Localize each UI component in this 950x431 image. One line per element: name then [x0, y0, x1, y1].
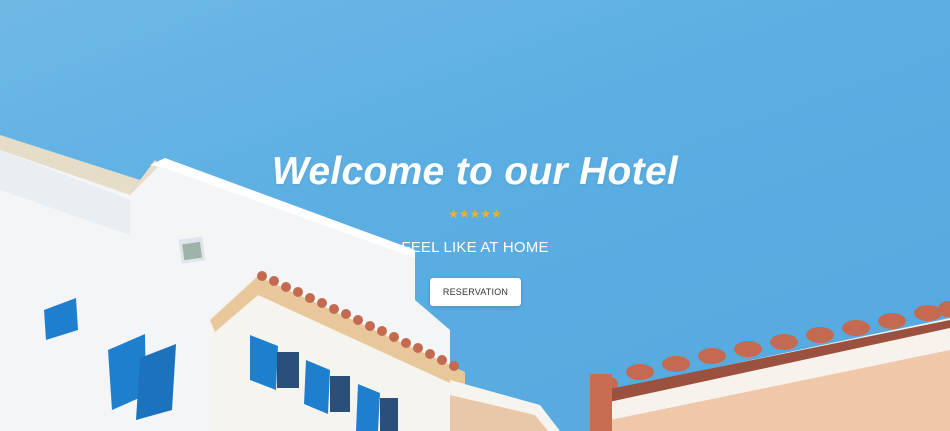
reservation-button[interactable]: RESERVATION: [430, 278, 521, 306]
hero-title: Welcome to our Hotel: [271, 150, 679, 193]
window-terrace-1: [277, 352, 299, 388]
hero-section: Welcome to our Hotel ★★★★★ FEEL LIKE AT …: [0, 0, 950, 431]
star-icon: ★: [448, 207, 459, 221]
star-icon: ★: [458, 207, 470, 221]
star-icon: ★: [469, 207, 481, 221]
right-chimney-tile: [590, 374, 612, 431]
star-icon: ★: [480, 207, 492, 221]
star-icon: ★: [491, 207, 502, 221]
window-terrace-2: [330, 376, 350, 412]
rating-stars: ★★★★★: [0, 207, 950, 221]
hero-tagline: FEEL LIKE AT HOME: [401, 239, 549, 256]
window-terrace-3: [380, 398, 398, 431]
